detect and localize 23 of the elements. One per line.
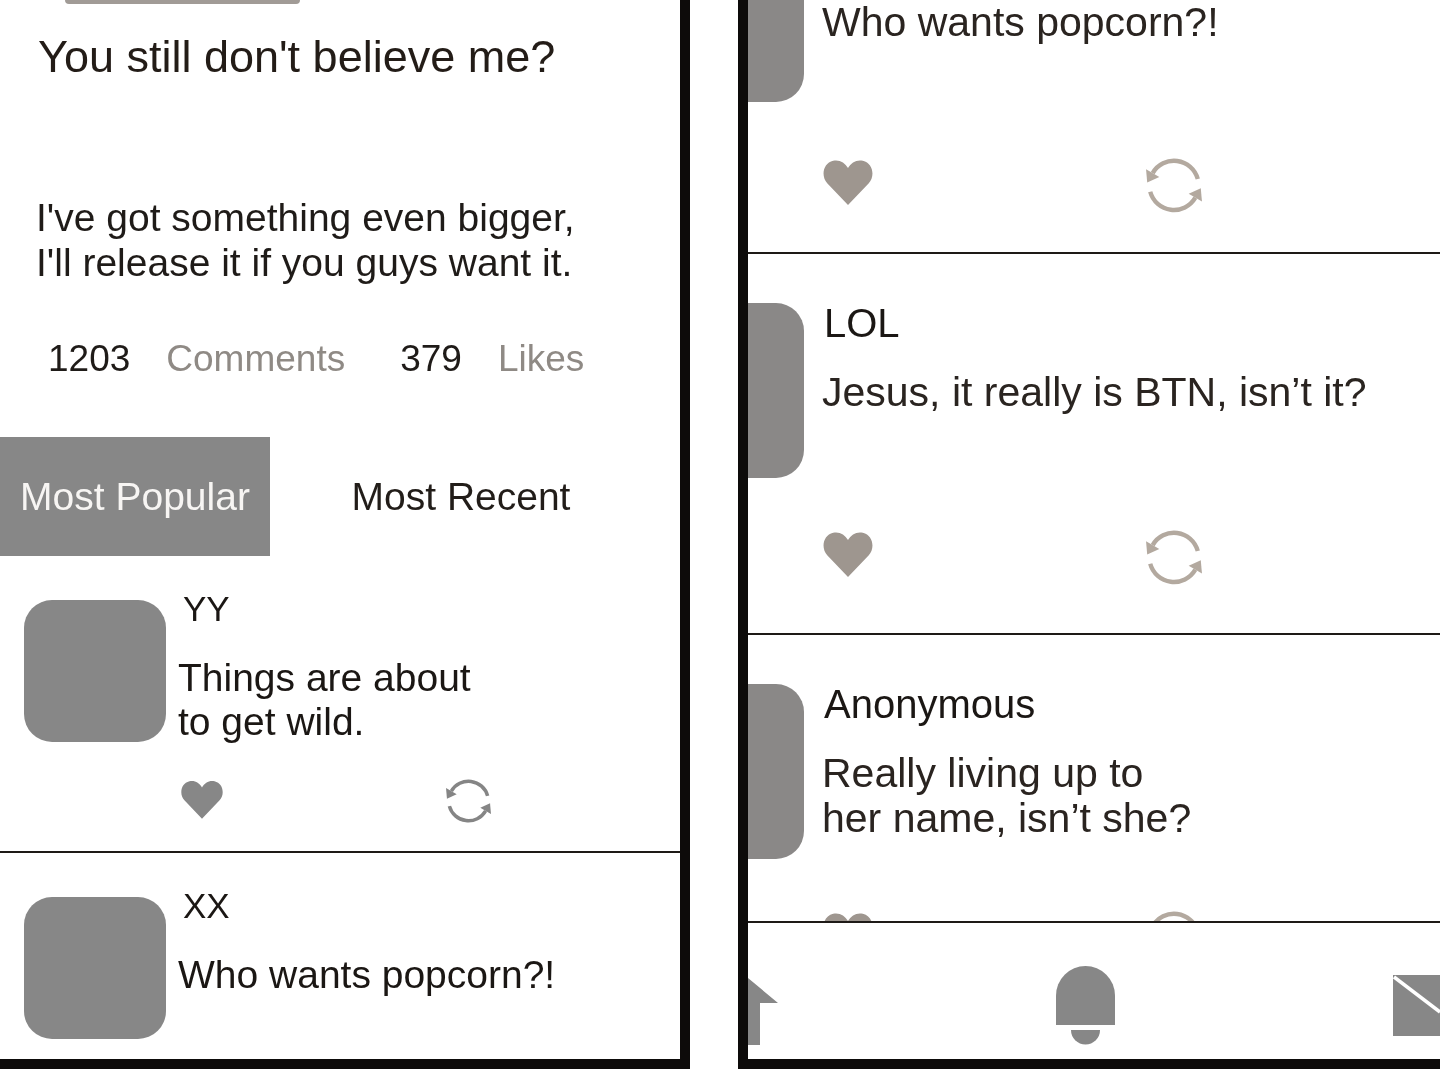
author-name: LOL	[824, 301, 901, 345]
comment-text: Things are about to get wild.	[178, 656, 472, 744]
comment-text: Jesus, it really is BTN, isn’t it?	[822, 370, 1367, 415]
comment-text: Who wants popcorn?!	[822, 0, 1219, 45]
post-title: You still don't believe me?	[38, 31, 557, 83]
author-name: Anonymous	[824, 682, 1037, 726]
refresh-icon[interactable]	[1145, 530, 1203, 585]
refresh-icon[interactable]	[1145, 158, 1203, 213]
stat-label: Likes	[497, 337, 585, 381]
author-name: YY	[183, 589, 231, 629]
author-name: XX	[183, 886, 231, 926]
envelope-icon[interactable]	[1393, 975, 1440, 1036]
tab[interactable]: Most Recent	[326, 437, 596, 556]
stat-count: 1203	[48, 337, 131, 381]
heart-icon[interactable]	[180, 779, 224, 821]
comment-text: Really living up to her name, isn’t she?	[822, 751, 1193, 841]
comment-text: Who wants popcorn?!	[178, 953, 556, 997]
bell-icon[interactable]	[1056, 966, 1115, 1045]
refresh-icon[interactable]	[445, 779, 492, 823]
stat-count: 379	[400, 337, 462, 381]
stat-label: Comments	[166, 337, 346, 381]
post-body: I've got something even bigger, I'll release it if you guys want it.	[36, 195, 576, 285]
house-icon[interactable]	[748, 978, 778, 1045]
